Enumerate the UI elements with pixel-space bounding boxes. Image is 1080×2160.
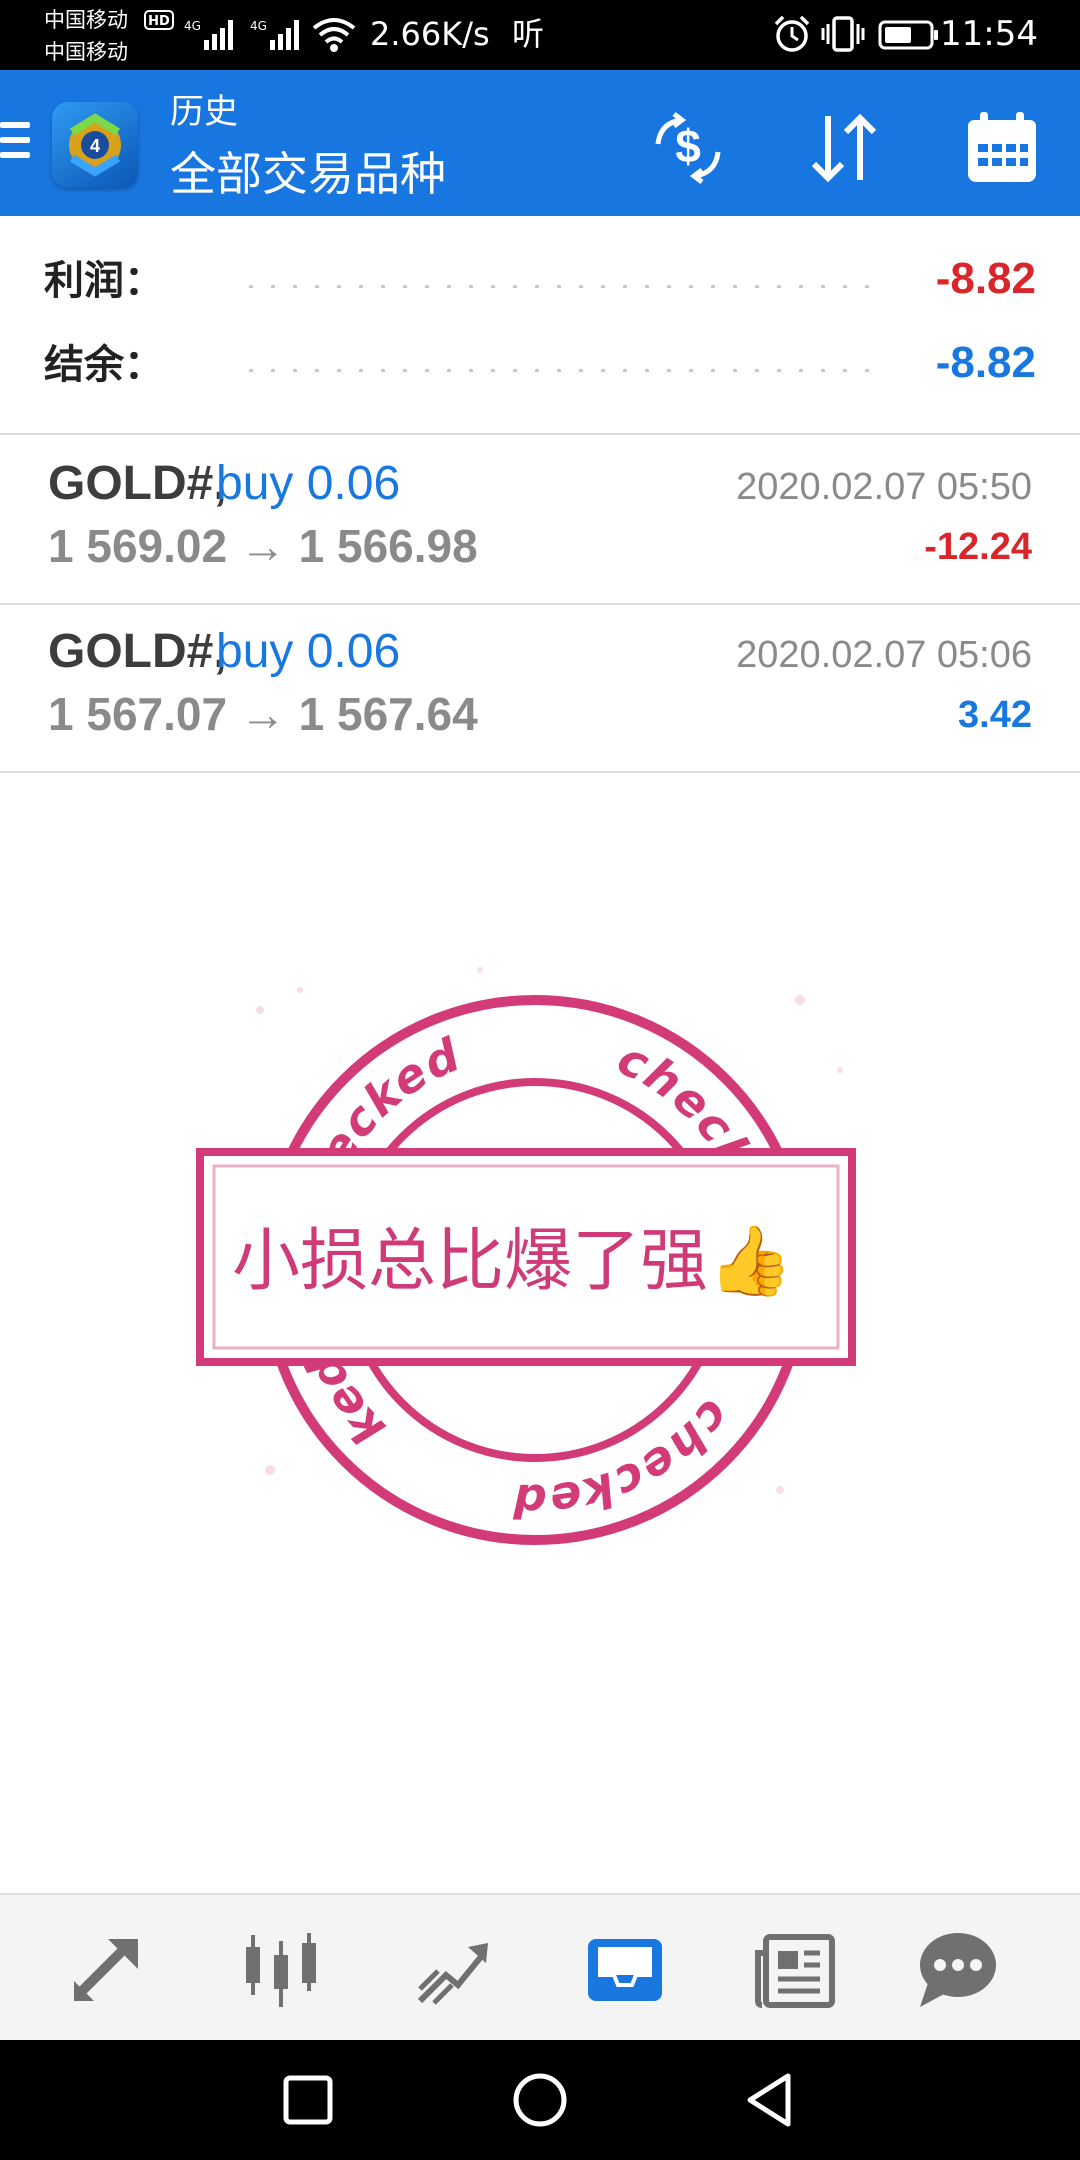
balance-dots (240, 368, 880, 372)
trade-profit: 3.42 (958, 694, 1032, 736)
trade-time: 2020.02.07 05:06 (736, 634, 1032, 676)
trade-symbol: GOLD#, (48, 457, 227, 510)
thumbs-up-icon: 👍 (708, 1222, 793, 1301)
balance-row: 结余： -8.82 (0, 326, 1080, 406)
back-icon[interactable] (740, 2070, 800, 2130)
trade-symbol: GOLD#, (48, 625, 227, 678)
stamp-caption-text: 小损总比爆了强 (232, 1222, 709, 1301)
history-icon[interactable] (580, 1925, 670, 2015)
profit-value: -8.82 (935, 254, 1036, 303)
clock: 11:54 (940, 14, 1038, 54)
bottom-nav (0, 1893, 1080, 2040)
page-title: 历史 (170, 92, 238, 132)
home-icon[interactable] (510, 2070, 570, 2130)
svg-text:$: $ (675, 120, 701, 172)
signal-1-icon: 4G (184, 19, 233, 50)
trade-icon[interactable] (408, 1925, 498, 2015)
deposit-icon[interactable]: $ (646, 106, 730, 190)
carrier-1: 中国移动 (44, 8, 128, 32)
stamp-caption: 小损总比爆了强👍 (232, 1222, 793, 1302)
chart-icon[interactable] (236, 1925, 326, 2015)
trade-prices: 1 569.02 → 1 566.98 (48, 520, 478, 572)
hd-badge: HD (144, 10, 174, 30)
trade-row[interactable]: GOLD#, buy 0.06 1 569.02 → 1 566.98 2020… (0, 435, 1080, 601)
signal-2-icon: 4G (250, 19, 299, 50)
carrier-2: 中国移动 (44, 40, 128, 64)
hamburger-menu-icon[interactable] (0, 122, 30, 162)
balance-label: 结余： (44, 342, 164, 388)
profit-label: 利润： (44, 258, 164, 304)
vibrate-icon (821, 16, 865, 52)
symbol-filter[interactable]: 全部交易品种 (170, 146, 446, 202)
wifi-icon (312, 18, 356, 52)
net-type-1: 4G (184, 19, 201, 33)
profit-dots (240, 284, 880, 288)
net-type-2: 4G (250, 19, 267, 33)
divider (0, 771, 1080, 773)
trade-prices: 1 567.07 → 1 567.64 (48, 688, 478, 740)
system-nav-bar (0, 2040, 1080, 2160)
chat-icon[interactable] (912, 1925, 1002, 2015)
recent-apps-icon[interactable] (278, 2070, 338, 2130)
trade-profit: -12.24 (924, 526, 1032, 568)
trade-direction: buy 0.06 (216, 457, 401, 510)
sort-icon[interactable] (802, 106, 886, 190)
quotes-icon[interactable] (64, 1925, 154, 2015)
calendar-icon[interactable] (960, 106, 1044, 190)
net-speed: 2.66K/s (370, 15, 490, 53)
svg-text:4: 4 (90, 136, 100, 156)
trade-direction: buy 0.06 (216, 625, 401, 678)
trade-time: 2020.02.07 05:50 (736, 466, 1032, 508)
status-bar: 中国移动 中国移动 HD 4G 4G 2.66K/s 听 11:54 (0, 0, 1080, 70)
alarm-icon (774, 15, 810, 52)
profit-row: 利润： -8.82 (0, 242, 1080, 322)
battery-icon (878, 20, 938, 50)
trade-row[interactable]: GOLD#, buy 0.06 1 567.07 → 1 567.64 2020… (0, 603, 1080, 769)
app-logo: 4 (52, 102, 138, 188)
news-icon[interactable] (752, 1925, 842, 2015)
app-bar: 4 历史 全部交易品种 $ (0, 70, 1080, 216)
listen-indicator: 听 (512, 15, 545, 53)
balance-value: -8.82 (935, 338, 1036, 387)
